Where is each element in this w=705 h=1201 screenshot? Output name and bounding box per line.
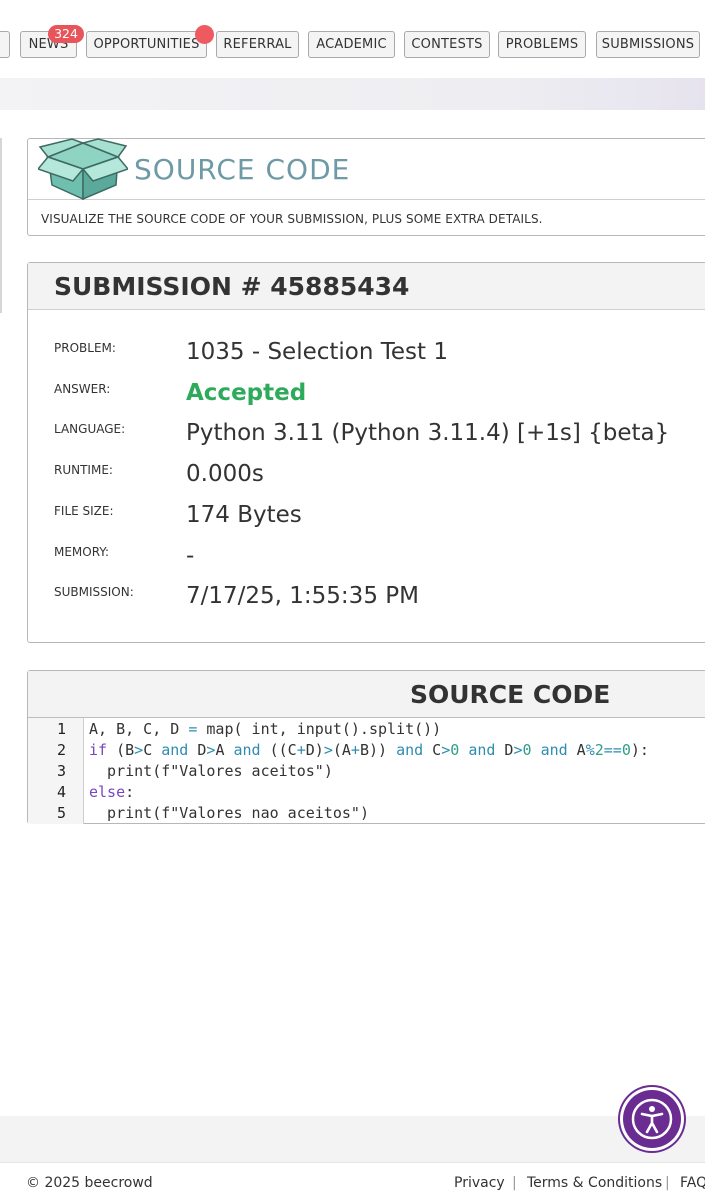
submission-details-panel: SUBMISSION # 45885434 PROBLEM: 1035 - Se… [27,262,705,643]
nav-opportunities-label: OPPORTUNITIES [93,37,200,52]
language-value: Python 3.11 (Python 3.11.4) [+1s] {beta} [186,420,670,446]
nav-academic[interactable]: ACADEMIC [308,31,395,58]
code-line: if (B>C and D>A and ((C+D)>(A+B)) and C>… [89,741,649,759]
nav-contests[interactable]: CONTESTS [404,31,490,58]
accessibility-button[interactable] [623,1090,681,1148]
page-title: SOURCE CODE [134,153,351,186]
nav-problems[interactable]: PROBLEMS [498,31,586,58]
footer: © 2025 beecrowd Privacy | Terms & Condit… [0,1162,705,1201]
submission-date-value: 7/17/25, 1:55:35 PM [186,583,419,609]
code-line: print(f"Valores aceitos") [89,762,333,780]
footer-link-terms[interactable]: Terms & Conditions [527,1175,662,1191]
source-code-panel: SOURCE CODE 1 2 3 4 5 A, B, C, D = map( … [27,670,705,824]
copyright: © 2025 beecrowd [26,1175,153,1191]
file-size-label: FILE SIZE: [54,504,114,518]
nav-submissions-label: SUBMISSIONS [601,37,695,52]
footer-band [0,1116,705,1162]
problem-value[interactable]: 1035 - Selection Test 1 [186,339,448,365]
footer-separator: | [512,1175,517,1191]
submission-title: SUBMISSION # 45885434 [54,272,410,301]
code-line: else: [89,783,135,801]
language-label: LANGUAGE: [54,422,126,436]
code-line: A, B, C, D = map( int, input().split()) [89,720,442,738]
line-number: 5 [56,804,66,822]
problem-label: PROBLEM: [54,341,116,355]
source-code-title: SOURCE CODE [410,680,611,709]
line-number: 4 [56,783,66,801]
runtime-value: 0.000s [186,461,264,487]
top-nav: NEWS OPPORTUNITIES REFERRAL ACADEMIC CON… [0,0,705,78]
answer-label: ANSWER: [54,382,111,396]
line-number: 2 [56,741,66,759]
source-code-header-panel: SOURCE CODE VISUALIZE THE SOURCE CODE OF… [27,138,705,236]
nav-academic-label: ACADEMIC [316,37,387,52]
memory-value: - [186,543,195,569]
nav-referral[interactable]: REFERRAL [216,31,299,58]
open-box-icon [38,138,128,201]
header-title-bar: SOURCE CODE [28,138,705,201]
line-number: 1 [56,720,66,738]
news-count-badge: 324 [48,25,84,43]
submission-header: SUBMISSION # 45885434 [28,263,705,310]
left-sidebar-edge [0,138,2,313]
nav-contests-label: CONTESTS [411,37,483,52]
runtime-label: RUNTIME: [54,463,113,477]
nav-opportunities[interactable]: OPPORTUNITIES [86,31,207,58]
source-code-header: SOURCE CODE [28,671,705,718]
footer-separator: | [665,1175,670,1191]
sub-header-bar [0,78,705,110]
file-size-value: 174 Bytes [186,502,302,528]
nav-problems-label: PROBLEMS [505,37,579,52]
line-number-gutter: 1 2 3 4 5 [28,718,84,824]
nav-submissions[interactable]: SUBMISSIONS [596,31,700,58]
line-number: 3 [56,762,66,780]
memory-label: MEMORY: [54,545,110,559]
page-description: VISUALIZE THE SOURCE CODE OF YOUR SUBMIS… [41,212,543,226]
code-editor[interactable]: 1 2 3 4 5 A, B, C, D = map( int, input()… [28,718,705,824]
answer-value: Accepted [186,380,307,406]
accessibility-icon [631,1098,673,1140]
opportunities-notification-dot [195,25,214,44]
submission-date-label: SUBMISSION: [54,585,134,599]
code-line: print(f"Valores nao aceitos") [89,804,369,822]
footer-link-privacy[interactable]: Privacy [454,1175,505,1191]
nav-prev-button[interactable] [0,31,10,58]
footer-link-faq[interactable]: FAQ [680,1175,705,1191]
nav-referral-label: REFERRAL [223,37,292,52]
